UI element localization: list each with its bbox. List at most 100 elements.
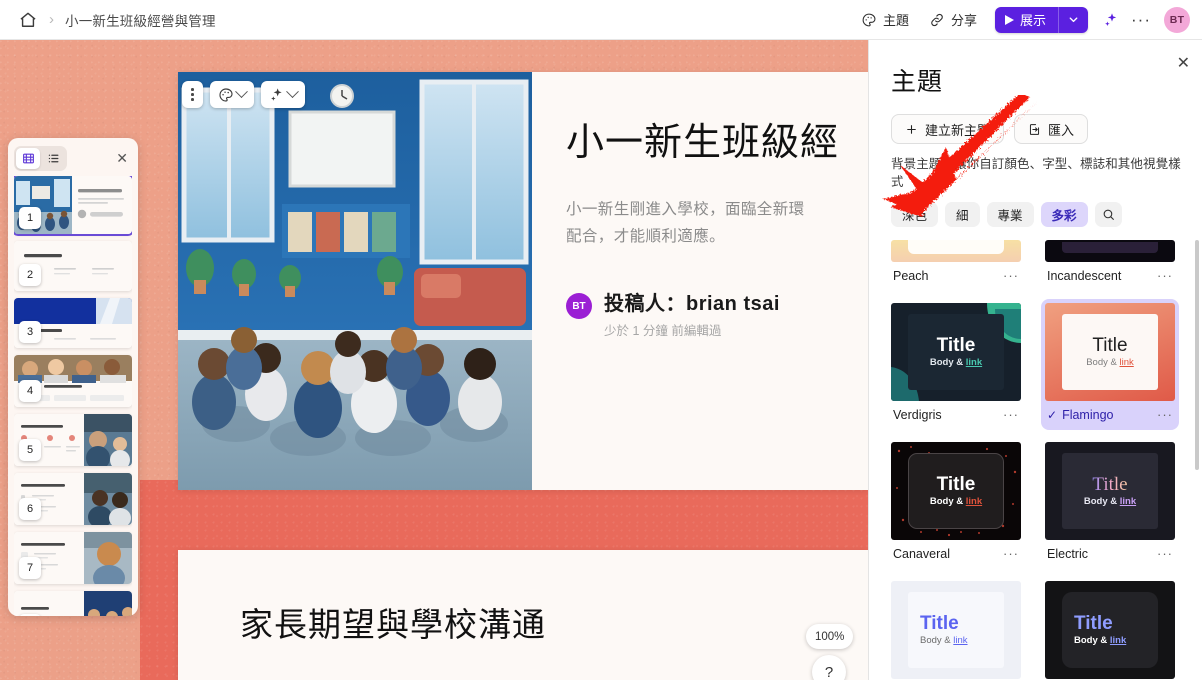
theme-filter-chips: 深色 細 專業 多彩	[869, 191, 1202, 228]
close-theme-panel-button[interactable]: ✕	[1177, 56, 1190, 72]
present-options-button[interactable]	[1058, 6, 1088, 33]
share-button-label: 分享	[950, 13, 977, 28]
slide-thumb-4[interactable]: 4	[14, 355, 132, 407]
ai-sparkle-button[interactable]	[261, 81, 305, 108]
theme-menu-incandescent[interactable]: ···	[1157, 269, 1173, 282]
theme-card-dark-indigo[interactable]: Title Body & link	[1041, 577, 1179, 680]
slide-thumb-7[interactable]: 7	[14, 532, 132, 584]
theme-panel-scrollbar[interactable]	[1195, 240, 1199, 470]
share-button[interactable]: 分享	[919, 6, 987, 34]
theme-card-verdigris[interactable]: Title Body & link Verdigris ···	[887, 299, 1025, 430]
slide-thumb-8-preview	[14, 591, 132, 616]
slide-1-photo	[178, 72, 532, 490]
slide-number-3: 3	[19, 321, 41, 343]
theme-sample-body: Body & link	[930, 358, 982, 368]
theme-name-verdigris: Verdigris	[893, 408, 942, 422]
theme-row-4: Title Body & link Title Body & link	[887, 577, 1183, 680]
sample-link-text: link	[953, 635, 968, 647]
theme-panel: ✕ 主題 建立新主題 匯入 背景主題可讓你自訂顏色、字型、標誌和其他視覺樣式 深…	[868, 40, 1202, 680]
theme-row-3: Title Body & link Canaveral ··· Title Bo…	[887, 438, 1183, 569]
create-theme-label: 建立新主題	[925, 122, 991, 138]
close-navigator-button[interactable]: ✕	[116, 151, 128, 165]
filter-chip-dark[interactable]: 深色	[891, 202, 939, 228]
sample-link-text: link	[1119, 496, 1137, 508]
sample-body-text: Body &	[1086, 357, 1120, 369]
ai-assistant-button[interactable]	[1096, 6, 1126, 34]
slide-thumbnail-list[interactable]: 1 2 3 4 5 6 7	[14, 176, 132, 616]
grid-view-icon	[22, 153, 34, 163]
home-icon[interactable]	[18, 10, 38, 30]
slide-number-4: 4	[19, 380, 41, 402]
theme-card-peach[interactable]: Peach ···	[887, 236, 1025, 291]
theme-menu-verdigris[interactable]: ···	[1003, 408, 1019, 421]
theme-sample-title: Title	[1074, 613, 1113, 635]
theme-row-2: Title Body & link Verdigris ··· Title Bo…	[887, 299, 1183, 430]
theme-name-electric: Electric	[1047, 547, 1088, 561]
slide-1[interactable]: 小一新生班級經 小一新生剛進入學校，面臨全新環 配合，才能順利適應。 BT 投稿…	[178, 72, 868, 490]
sample-body-text: Body &	[1074, 635, 1110, 647]
present-button-group: 展示	[994, 6, 1088, 33]
theme-panel-actions: 建立新主題 匯入	[869, 98, 1202, 144]
theme-menu-electric[interactable]: ···	[1157, 547, 1173, 560]
theme-menu-canaveral[interactable]: ···	[1003, 547, 1019, 560]
sample-link-text: link	[965, 496, 983, 508]
theme-panel-description: 背景主題可讓你自訂顏色、字型、標誌和其他視覺樣式	[891, 157, 1181, 190]
slide-1-author: BT 投稿人：brian tsai 少於 1 分鐘 前編輯過	[566, 287, 868, 339]
slide-1-title[interactable]: 小一新生班級經	[566, 120, 868, 168]
sample-body-text: Body &	[929, 496, 966, 508]
filter-chip-subtle[interactable]: 細	[945, 202, 980, 228]
create-theme-button[interactable]: 建立新主題	[891, 114, 1005, 144]
document-title[interactable]: 小一新生班級經營與管理	[65, 10, 216, 30]
top-bar-actions: 主題 分享 展示 ··· BT	[851, 6, 1202, 34]
slide-navigator-panel: ✕ 1 2 3 4 5 6 7	[8, 138, 138, 616]
theme-sample-body: Body & link	[1074, 636, 1126, 646]
palette-button[interactable]	[210, 81, 254, 108]
chevron-down-icon	[235, 85, 248, 99]
filter-chip-professional[interactable]: 專業	[986, 202, 1034, 228]
theme-thumb-dark-indigo: Title Body & link	[1045, 581, 1175, 679]
present-button-label: 展示	[1019, 13, 1046, 28]
theme-card-light-indigo[interactable]: Title Body & link	[887, 577, 1025, 680]
theme-sample-title: Title	[920, 613, 959, 635]
user-avatar[interactable]: BT	[1164, 6, 1190, 33]
theme-label-verdigris: Verdigris ···	[891, 404, 1021, 426]
theme-card-canaveral[interactable]: Title Body & link Canaveral ···	[887, 438, 1025, 569]
slide-thumb-8[interactable]: 8	[14, 591, 132, 616]
slide-thumb-5[interactable]: 5	[14, 414, 132, 466]
theme-menu-peach[interactable]: ···	[1003, 269, 1019, 282]
slide-thumb-2[interactable]: 2	[14, 241, 132, 291]
theme-menu-flamingo[interactable]: ···	[1157, 408, 1173, 421]
dark-indigo-inner: Title Body & link	[1062, 592, 1158, 668]
slide-number-2: 2	[19, 264, 41, 286]
slide-thumb-6[interactable]: 6	[14, 473, 132, 525]
present-button[interactable]: 展示	[994, 6, 1058, 33]
grid-view-button[interactable]	[16, 147, 40, 169]
verdigris-inner: Title Body & link	[908, 314, 1004, 390]
more-options-button[interactable]: ···	[1126, 6, 1156, 34]
theme-name-incandescent: Incandescent	[1047, 269, 1122, 283]
theme-card-incandescent[interactable]: Incandescent ···	[1041, 236, 1179, 291]
slide-thumb-3[interactable]: 3	[14, 298, 132, 348]
slide-1-subtitle[interactable]: 小一新生剛進入學校，面臨全新環 配合，才能順利適應。	[566, 196, 868, 252]
slide-navigator-header: ✕	[14, 145, 132, 171]
drag-handle-icon[interactable]	[182, 81, 203, 108]
slide-number-7: 7	[19, 557, 41, 579]
import-theme-button[interactable]: 匯入	[1014, 114, 1089, 144]
theme-sample-body: Body & link	[1086, 358, 1134, 368]
slide-2[interactable]: 家長期望與學校溝通	[178, 550, 868, 680]
theme-card-electric[interactable]: Title Body & link Electric ···	[1041, 438, 1179, 569]
theme-card-flamingo[interactable]: Title Body & link ✓ Flamingo ···	[1041, 299, 1179, 430]
list-view-button[interactable]	[41, 148, 65, 169]
theme-panel-title: 主題	[891, 68, 944, 96]
slide-thumb-1[interactable]: 1	[14, 176, 132, 236]
theme-row-1: Peach ··· Incandescent ···	[887, 236, 1183, 291]
theme-sample-title: Title	[1092, 335, 1128, 357]
theme-grid[interactable]: Peach ··· Incandescent ··· Title Body & …	[869, 236, 1202, 680]
filter-chip-colorful[interactable]: 多彩	[1040, 202, 1088, 228]
sample-body-text: Body &	[1083, 496, 1120, 508]
theme-button[interactable]: 主題	[851, 6, 919, 34]
slide-number-6: 6	[19, 498, 41, 520]
theme-search-button[interactable]	[1094, 202, 1122, 228]
slide-2-title[interactable]: 家長期望與學校溝通	[240, 598, 546, 646]
zoom-level-control[interactable]: 100%	[806, 624, 854, 649]
